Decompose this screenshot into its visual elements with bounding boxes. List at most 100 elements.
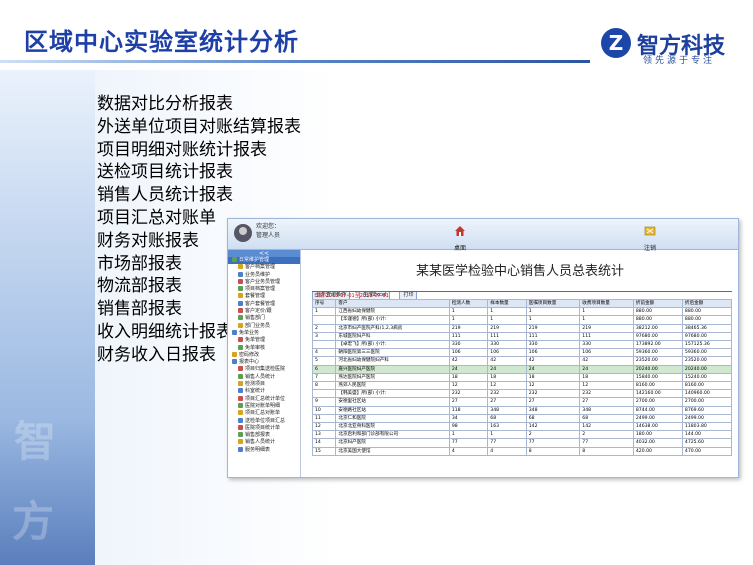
table-row[interactable]: 【韩美盛】所(部) 小计: 232 232 232 232 142160.00 140960… [311, 389, 733, 399]
table-row[interactable]: 11 北京仁和医院 34 68 68 68 2499.00 2499.00 [311, 413, 733, 424]
sidebar-item[interactable]: 送检单位项目汇总 [228, 417, 300, 425]
table-cell: 23520.00 [632, 356, 683, 366]
sidebar-item[interactable]: 销售部门 [228, 315, 300, 322]
sidebar-item[interactable]: 项目归集送检医院 [228, 366, 300, 373]
table-cell: 1 [448, 307, 489, 317]
table-row[interactable]: 1 江西省妇幼保健院 1 1 1 1 880.00 880.00 [311, 307, 733, 317]
table-row[interactable]: 【卓宏飞】所(部) 小计: 330 330 330 330 173892.00 157125… [311, 340, 733, 350]
table-row[interactable]: 3 东城医院妇产科 111 111 111 111 97680.00 97680.00 [311, 331, 733, 342]
logout-button[interactable]: 注销 [640, 222, 660, 252]
table-cell: 163 [487, 422, 527, 432]
table-cell: 142 [579, 422, 634, 432]
sidebar-item[interactable]: 套餐管理 [228, 293, 300, 300]
table-cell: 1 [487, 315, 527, 325]
sidebar-item-label: 医院项目统计单 [245, 424, 281, 431]
sidebar-item[interactable]: 免单管理 [228, 337, 300, 344]
tree-node-icon [238, 424, 243, 430]
sidebar-item[interactable]: 销售人员统计 [228, 373, 300, 381]
table-header-row: 序号 客户 检测人数 样本数量 医嘱项目数量 收费项目数量 折前金额 折后金额 [311, 298, 733, 309]
column-header: 医嘱项目数量 [525, 298, 581, 309]
table-cell: 北京美国大使馆 [335, 446, 450, 456]
slide-title: 区域中心实验室统计分析 [24, 28, 299, 56]
table-row[interactable]: 2 北京市妇产医院产科(1,2,3病房 219 219 219 219 38212.00 38… [311, 323, 733, 333]
table-cell: 1 [525, 307, 581, 317]
tree-node-icon [238, 344, 243, 350]
sidebar-item-label: 销售部报表 [245, 432, 271, 439]
tree-node-icon [238, 293, 243, 299]
table-cell: 348 [579, 405, 634, 415]
tree-node-icon [238, 381, 243, 387]
column-header: 序号 [311, 298, 337, 309]
tree-node-icon [238, 322, 243, 328]
table-cell: 111 [525, 331, 581, 342]
report-item: 销售人员统计报表 [97, 185, 233, 206]
tree-node-icon [238, 432, 243, 438]
table-cell: 420.00 [632, 446, 683, 456]
table-cell: 12 [487, 381, 527, 391]
table-cell: 14638.00 [632, 422, 683, 432]
table-cell: 8 [525, 446, 581, 456]
sidebar-item[interactable]: 科室统计 [228, 388, 300, 395]
table-cell: 232 [525, 389, 581, 399]
desktop-button[interactable]: 桌面 [450, 222, 470, 252]
sidebar-item[interactable]: 项目汇总统计单位 [228, 395, 300, 403]
tree-node-icon [238, 337, 243, 343]
table-cell: 12 [448, 381, 489, 391]
table-cell: 59360.00 [632, 348, 683, 358]
table-cell: 江西省妇幼保健院 [335, 307, 450, 317]
home-icon [455, 226, 465, 236]
sidebar-item[interactable]: 客户档案管理 [228, 264, 300, 271]
table-cell: 24 [525, 364, 581, 374]
tree-node-icon [238, 286, 243, 292]
table-cell: 27 [448, 397, 489, 407]
sidebar-item[interactable]: 销售人员统计 [228, 439, 300, 446]
table-row[interactable]: 【华谨德】所(部) 小计: 1 1 1 1 880.00 880.00 [311, 315, 733, 325]
sidebar-item[interactable]: 服务明细表 [228, 446, 300, 454]
table-cell: 1 [525, 315, 581, 325]
tree-node-icon [238, 315, 243, 321]
column-header: 收费项目数量 [579, 298, 634, 309]
user-avatar-icon [234, 224, 252, 242]
table-row[interactable]: 10 安德路社区站 118 348 348 348 8744.00 8769.60 [311, 405, 733, 415]
table-cell: 111 [579, 331, 634, 342]
tree-node-icon [238, 264, 243, 270]
table-cell: 北京启利和部门诊部有限公司 [335, 430, 450, 440]
table-cell: 1 [448, 430, 489, 440]
table-cell: 68 [579, 413, 634, 424]
sidebar-item-label: 销售人员统计 [245, 439, 276, 446]
table-row[interactable]: 5 河北省妇幼保健院妇产科 42 42 42 42 23520.00 23520.00 [311, 356, 733, 366]
table-row[interactable]: 15 北京美国大使馆 4 4 8 8 420.00 470.00 [311, 446, 733, 456]
tree-node-icon [238, 395, 243, 401]
table-cell: 140960.00 [681, 389, 733, 399]
sidebar-item-label: 免单业务 [239, 329, 260, 336]
table-cell: 180.00 [632, 430, 683, 440]
sidebar-item[interactable]: 项目汇总对账单 [228, 410, 300, 417]
sidebar-collapse-button[interactable]: << [228, 250, 300, 257]
table-cell: 348 [525, 405, 581, 415]
sidebar-item[interactable]: 部门业务员 [228, 322, 300, 330]
table-cell: 880.00 [681, 307, 733, 317]
table-row[interactable]: 4 朝阳医院第三三医院 106 106 106 106 59360.00 59360.00 [311, 348, 733, 358]
sidebar-item[interactable]: 业务员维护 [228, 271, 300, 279]
sales-table: 序号 客户 检测人数 样本数量 医嘱项目数量 收费项目数量 折前金额 折后金额 1 江西省妇幼保… [311, 298, 733, 456]
sidebar-item-label: 客户定价/跟 [245, 308, 272, 315]
table-row[interactable]: 14 北京妇产医院 77 77 77 77 4032.00 4725.60 [311, 438, 733, 448]
table-row[interactable]: 9 安德里社区站 27 27 27 27 2700.00 2700.00 [311, 397, 733, 407]
table-cell: 348 [487, 405, 527, 415]
tree-node-icon [232, 329, 237, 335]
table-cell: 11803.80 [681, 422, 733, 432]
table-row[interactable]: 13 北京启利和部门诊部有限公司 1 1 2 2 180.00 144.00 [311, 430, 733, 440]
sidebar-item-label: 免单管理 [245, 337, 266, 344]
sidebar-item[interactable]: 免单审核 [228, 344, 300, 352]
table-cell: 北京妇产医院 [335, 438, 450, 448]
table-row[interactable]: 8 燕郊人民医院 12 12 12 12 8160.00 8160.00 [311, 381, 733, 391]
welcome-label: 欢迎您： [256, 223, 281, 230]
table-cell: 232 [487, 389, 527, 399]
table-row[interactable]: 12 北京北亚骨科医院 98 163 142 142 14638.00 11803.80 [311, 422, 733, 432]
column-header: 客户 [335, 298, 450, 309]
table-cell: 8744.00 [632, 405, 683, 415]
table-row[interactable]: 6 嘉兴医院妇产医院 24 24 24 24 20240.00 20240.00 [311, 364, 733, 374]
tree-node-icon [238, 300, 243, 306]
table-row[interactable]: 7 燕达医院妇产医院 18 18 18 18 15840.00 15240.00 [311, 372, 733, 383]
sidebar-item[interactable]: 客户套餐管理 [228, 300, 300, 308]
